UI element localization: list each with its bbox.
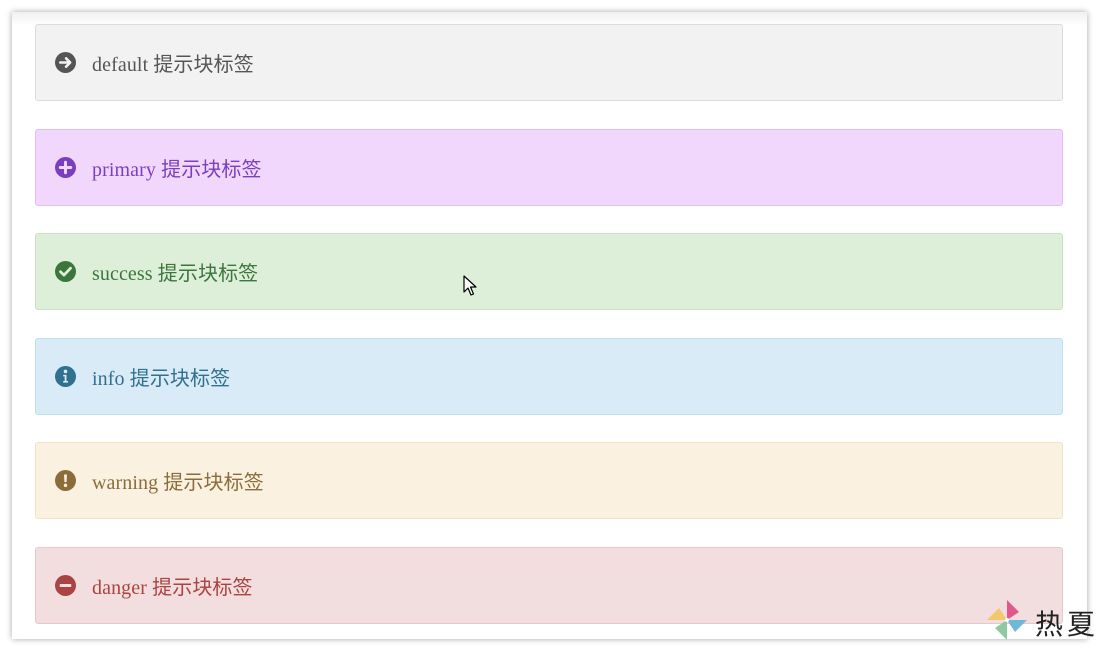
pinwheel-logo-icon — [985, 598, 1029, 647]
info-circle-icon — [55, 366, 76, 387]
alert-primary-label: primary 提示块标签 — [92, 159, 262, 181]
alert-success-label: success 提示块标签 — [92, 263, 259, 285]
check-circle-icon — [55, 261, 76, 282]
alert-default-label: default 提示块标签 — [92, 54, 254, 76]
alert-warning: warning 提示块标签 — [35, 442, 1063, 519]
watermark: 热夏 — [985, 598, 1099, 647]
alert-primary: primary 提示块标签 — [35, 129, 1063, 206]
alert-success: success 提示块标签 — [35, 233, 1063, 310]
alert-warning-label: warning 提示块标签 — [92, 472, 264, 494]
watermark-text: 热夏 — [1035, 607, 1099, 641]
arrow-circle-right-icon — [55, 52, 76, 73]
alert-info: info 提示块标签 — [35, 338, 1063, 415]
alert-default: default 提示块标签 — [35, 24, 1063, 101]
alert-info-label: info 提示块标签 — [92, 368, 231, 390]
plus-circle-icon — [55, 157, 76, 178]
exclamation-circle-icon — [55, 470, 76, 491]
minus-circle-icon — [55, 575, 76, 596]
alert-danger-label: danger 提示块标签 — [92, 577, 253, 599]
alert-danger: danger 提示块标签 — [35, 547, 1063, 624]
screenshot-frame: default 提示块标签 primary 提示块标签 success 提示块标… — [12, 12, 1087, 639]
mouse-pointer-icon — [463, 275, 477, 302]
